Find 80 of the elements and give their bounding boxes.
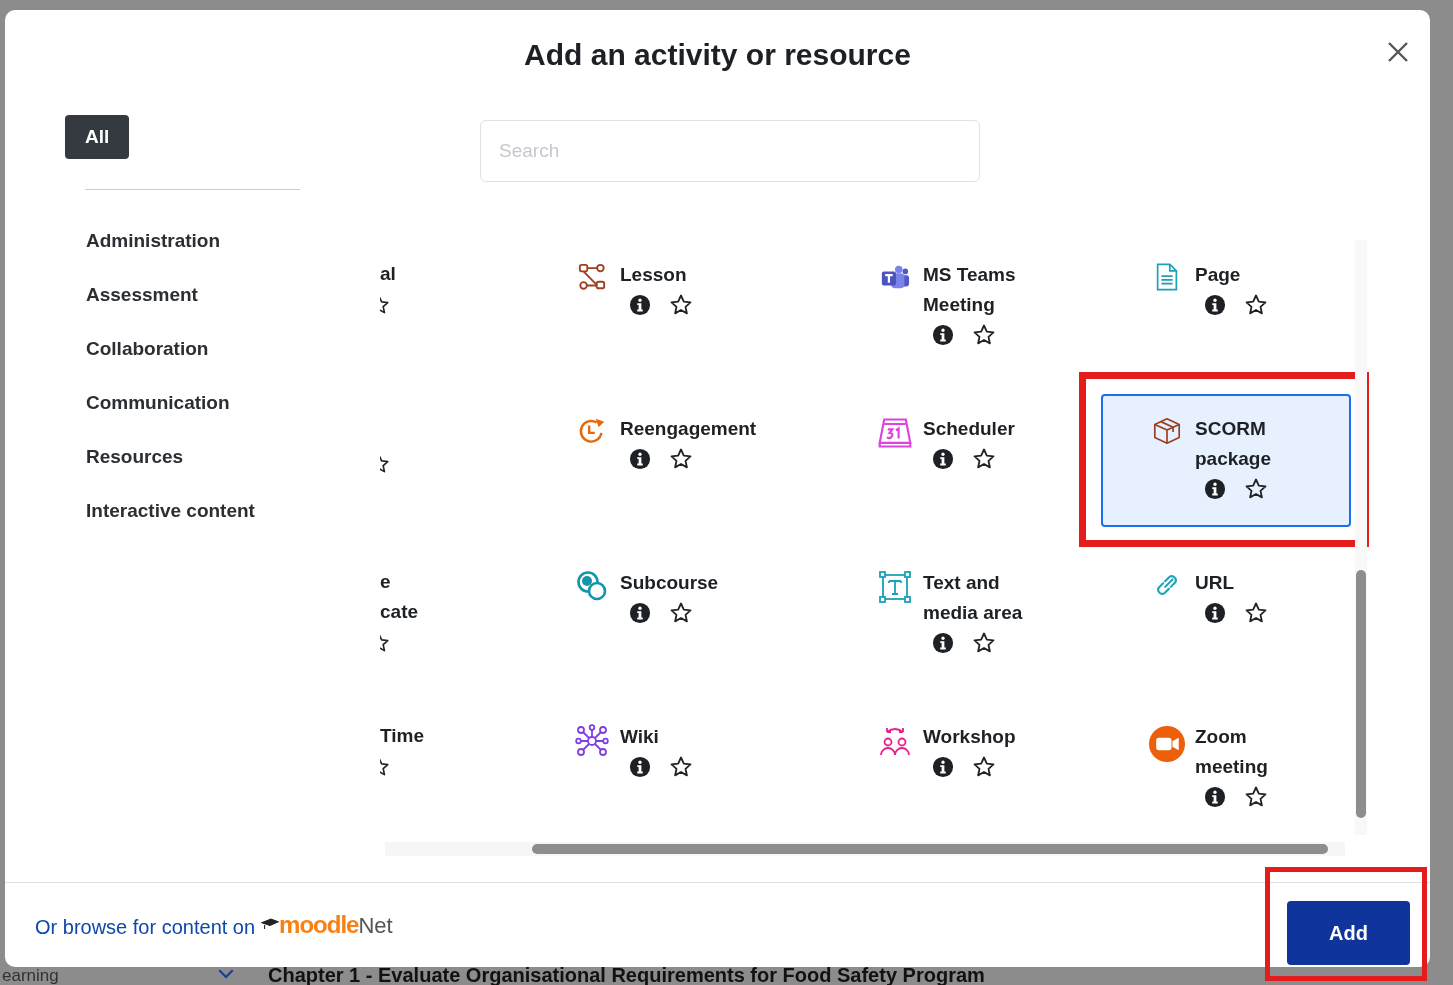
- calendar-icon: [877, 416, 913, 450]
- category-tab[interactable]: Resources: [86, 430, 184, 484]
- activity-card[interactable]: Reengagement: [526, 394, 829, 527]
- graduation-cap-icon: [261, 918, 280, 931]
- star-icon[interactable]: [669, 755, 693, 779]
- dialog-title: Add an activity or resource: [524, 38, 911, 72]
- category-tab[interactable]: Administration: [86, 214, 221, 268]
- horizontal-scrollbar[interactable]: [385, 842, 1345, 856]
- clock-refresh-icon: [577, 416, 607, 446]
- info-icon[interactable]: [1204, 478, 1226, 500]
- activity-name: Reengagement: [620, 417, 757, 441]
- package-icon: [1152, 416, 1182, 446]
- moodlenet-link[interactable]: Or browse for content on moodleNet: [35, 911, 393, 939]
- network-icon: [575, 724, 609, 758]
- activity-name: e: [380, 570, 392, 594]
- star-icon[interactable]: [1244, 601, 1268, 625]
- activity-card[interactable]: Workshop: [829, 702, 1101, 835]
- activity-name: SCORM package: [1195, 417, 1273, 471]
- activity-name: Subcourse: [620, 571, 720, 595]
- info-icon[interactable]: [629, 448, 651, 470]
- activity-card[interactable]: MS Teams Meeting: [829, 240, 1101, 373]
- star-icon[interactable]: [972, 631, 996, 655]
- flow-icon: [577, 262, 607, 292]
- search-field[interactable]: Search: [480, 120, 980, 182]
- info-icon[interactable]: [932, 324, 954, 346]
- category-tab[interactable]: Communication: [86, 376, 230, 430]
- activity-card[interactable]: Lesson: [526, 240, 829, 373]
- activity-card[interactable]: SCORM package: [1101, 394, 1351, 527]
- activity-name: URL: [1195, 571, 1236, 595]
- activity-name: Page: [1195, 263, 1242, 287]
- category-tab[interactable]: Assessment: [86, 268, 198, 322]
- category-tab[interactable]: Collaboration: [86, 322, 209, 376]
- category-tab[interactable]: Interactive content: [86, 484, 255, 538]
- info-icon[interactable]: [932, 632, 954, 654]
- activity-card[interactable]: URL: [1101, 548, 1351, 681]
- background-text: earning: [2, 966, 59, 985]
- activity-name: Time: [380, 724, 425, 748]
- star-icon[interactable]: [1244, 477, 1268, 501]
- activity-card[interactable]: Subcourse: [526, 548, 829, 681]
- star-icon[interactable]: [669, 293, 693, 317]
- info-icon[interactable]: [932, 448, 954, 470]
- activity-name: Zoom meeting: [1195, 725, 1269, 779]
- star-icon[interactable]: [380, 294, 390, 316]
- star-icon[interactable]: [972, 447, 996, 471]
- video-camera-icon: [1149, 724, 1185, 764]
- activity-name: Scheduler: [923, 417, 1016, 441]
- info-icon[interactable]: [629, 756, 651, 778]
- activity-name: Text and media area: [923, 571, 1024, 625]
- info-icon[interactable]: [932, 756, 954, 778]
- star-icon[interactable]: [1244, 293, 1268, 317]
- star-icon[interactable]: [972, 755, 996, 779]
- text-frame-icon: [878, 570, 912, 604]
- star-icon[interactable]: [972, 323, 996, 347]
- star-icon[interactable]: [380, 632, 390, 654]
- info-icon[interactable]: [1204, 602, 1226, 624]
- star-icon[interactable]: [669, 601, 693, 625]
- star-icon[interactable]: [380, 453, 390, 475]
- info-icon[interactable]: [629, 294, 651, 316]
- linked-circles-icon: [576, 570, 608, 602]
- activity-card[interactable]: Zoom meeting: [1101, 702, 1351, 835]
- activity-name: al: [380, 262, 397, 286]
- add-button[interactable]: Add: [1287, 901, 1410, 965]
- star-icon[interactable]: [380, 756, 390, 778]
- activity-name: cate: [380, 600, 420, 624]
- activity-name: Lesson: [620, 263, 688, 287]
- info-icon[interactable]: [1204, 294, 1226, 316]
- activity-name: MS Teams Meeting: [923, 263, 1017, 317]
- activity-card[interactable]: Page: [1101, 240, 1351, 373]
- activity-card[interactable]: Scheduler: [829, 394, 1101, 527]
- category-tab[interactable]: All: [65, 115, 130, 159]
- info-icon[interactable]: [629, 602, 651, 624]
- activity-name: Wiki: [620, 725, 660, 749]
- close-icon: [1386, 40, 1410, 64]
- activity-card[interactable]: Wiki: [526, 702, 829, 835]
- activity-name: Workshop: [923, 725, 1017, 749]
- star-icon[interactable]: [1244, 785, 1268, 809]
- info-icon[interactable]: [1204, 786, 1226, 808]
- vertical-scrollbar[interactable]: [1355, 240, 1367, 835]
- star-icon[interactable]: [669, 447, 693, 471]
- activity-card[interactable]: Text and media area: [829, 548, 1101, 681]
